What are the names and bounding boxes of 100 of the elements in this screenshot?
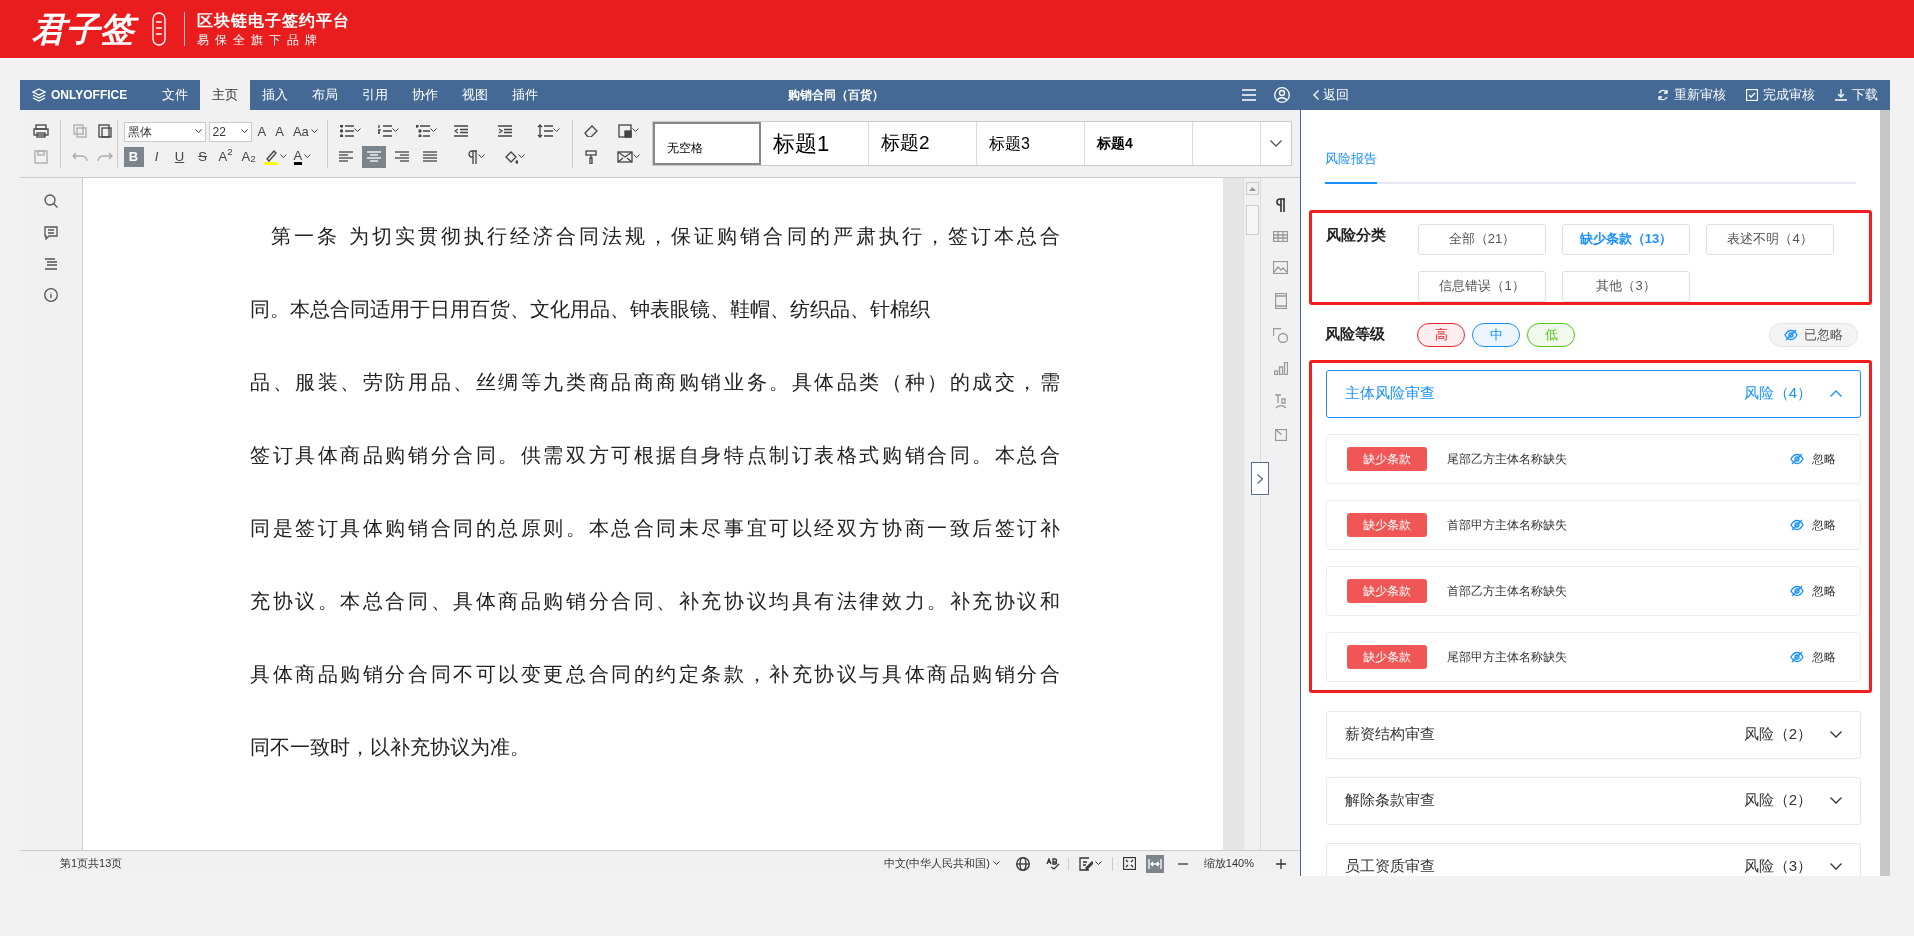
speech-bubble-icon — [44, 226, 58, 240]
fit-page-icon — [1122, 857, 1136, 870]
account-icon[interactable] — [1274, 87, 1290, 103]
style-preset[interactable]: 标题2 — [869, 122, 978, 165]
logo: 君子签 — [26, 7, 140, 51]
shape-settings-icon[interactable] — [1273, 328, 1288, 343]
menu-tab[interactable]: 插件 — [500, 80, 550, 110]
navigation-icon[interactable] — [44, 258, 58, 270]
language-selector[interactable]: 中文(中华人民共和国) — [883, 855, 1008, 872]
risk-tag: 缺少条款 — [1347, 644, 1427, 669]
user-icon — [1274, 87, 1290, 103]
ignore-button[interactable]: 忽略 — [1790, 581, 1836, 600]
ignored-filter[interactable]: 已忽略 — [1769, 322, 1858, 347]
change-case-button[interactable]: Aa — [289, 120, 321, 143]
style-preset[interactable]: 标题4 — [1085, 122, 1194, 165]
toolbar-action[interactable]: 完成审核 — [1746, 85, 1815, 105]
collapse-panel-button[interactable] — [1251, 462, 1269, 495]
grow-font-button[interactable]: A — [254, 120, 270, 143]
category-filter[interactable]: 全部（21） — [1418, 223, 1546, 255]
fit-width-icon — [1147, 858, 1162, 869]
format-button[interactable]: A$_{2}$ — [238, 146, 259, 167]
paint-bucket-icon — [504, 149, 519, 164]
redo-icon — [96, 151, 113, 162]
scrollbar-thumb[interactable] — [1245, 205, 1259, 235]
font-name-field[interactable]: 黑体 — [123, 121, 206, 142]
align-icon — [394, 151, 409, 162]
level-filter[interactable]: 高 — [1417, 322, 1465, 347]
line-spacing-icon — [537, 123, 554, 138]
format-button[interactable]: U — [169, 146, 190, 167]
menu-tab[interactable]: 主页 — [200, 80, 250, 110]
toolbar-action[interactable]: 下载 — [1835, 85, 1878, 105]
menu-tab[interactable]: 协作 — [400, 80, 450, 110]
font-color-button[interactable]: A — [291, 148, 314, 165]
paint-roller-icon — [585, 149, 598, 164]
format-button[interactable]: S — [192, 146, 213, 167]
style-preset[interactable]: 无空格 — [653, 122, 762, 165]
table-settings-icon[interactable] — [1273, 231, 1288, 242]
text-art-settings-icon[interactable] — [1273, 394, 1288, 410]
menu-tab[interactable]: 视图 — [450, 80, 500, 110]
format-button[interactable]: A$^{2}$ — [215, 146, 236, 167]
document-title: 购销合同（百货） — [788, 87, 884, 104]
info-icon[interactable] — [44, 288, 58, 302]
menu-tab[interactable]: 布局 — [300, 80, 350, 110]
menu-icon[interactable] — [1242, 89, 1256, 101]
comments-icon[interactable] — [44, 226, 58, 240]
menu-tab[interactable]: 插入 — [250, 80, 300, 110]
caret-icon — [992, 861, 1000, 866]
chevron-left-icon — [1313, 90, 1319, 100]
brand-name: ONLYOFFICE — [51, 87, 128, 104]
caret-icon — [430, 128, 438, 133]
numbered-list-icon — [378, 124, 393, 137]
format-button[interactable]: I — [146, 146, 167, 167]
magnifier-icon — [44, 194, 58, 208]
search-icon[interactable] — [44, 194, 58, 208]
subtitle: 易保全旗下品牌 — [197, 32, 324, 48]
bullet-list-icon — [340, 124, 355, 137]
highlight-button[interactable] — [261, 148, 289, 165]
headings-list-icon — [44, 258, 58, 270]
align-icon — [338, 151, 353, 162]
risk-description: 尾部甲方主体名称缺失 — [1447, 648, 1567, 666]
category-filter[interactable]: 表述不明（4） — [1706, 223, 1834, 255]
font-size-field[interactable]: 22 — [208, 121, 252, 142]
format-button[interactable]: B — [123, 146, 144, 167]
scrollbar-track[interactable] — [1880, 110, 1890, 876]
ignore-button[interactable]: 忽略 — [1790, 449, 1836, 468]
caret-icon — [310, 129, 318, 134]
indent-icon — [497, 124, 512, 137]
caret-icon — [632, 154, 640, 159]
risk-tag: 缺少条款 — [1347, 578, 1427, 603]
shrink-font-button[interactable]: A — [272, 120, 287, 143]
outdent-icon — [453, 124, 468, 137]
clipboard-icon — [97, 123, 112, 138]
image-settings-icon[interactable] — [1273, 261, 1288, 274]
caret-icon — [1248, 186, 1256, 191]
category-filter[interactable]: 其他（3） — [1562, 270, 1690, 302]
toolbar-action[interactable]: 重新审核 — [1657, 85, 1726, 105]
paragraph: 第一条 为切实贯彻执行经济合同法规，保证购销合同的严肃执行，签订本总合 同。本总合同适用于日用百货、文化用品、钟表眼镜、鞋帽、纺织品、针棉织 品、服装、劳防用品、丝绸等九类商品商商购销业务。具体品类（种）的成交，需 签订具体商品购销分合同。供需双方可根据自身特点制订表格式购销合同。本总合 同是签订具体购销合同的总原则。本总合同未尽事宜可以经双方协商一致后签订补 充协议。本总合同、具体商品购销分合同、补充协议均具有法律效力。补充协议和 具体商品购销分合同不可以变更总合同的约定条款，补充协议与具体商品购销分合 同不一致时，以补充协议为准。 — [250, 224, 1060, 760]
risk-section-header[interactable]: 薪资结构审查 风险（2） — [1326, 710, 1861, 759]
chevron-down-icon — [1830, 731, 1842, 738]
style-preset[interactable]: 标题1 — [761, 122, 870, 165]
menu-tab[interactable]: 文件 — [150, 80, 200, 110]
fit-width-button[interactable] — [1145, 854, 1164, 873]
paragraph-settings-icon[interactable] — [1275, 198, 1286, 212]
header-settings-icon[interactable] — [1274, 293, 1287, 309]
risk-section-header[interactable]: 解除条款审查 风险（2） — [1326, 776, 1861, 825]
hamburger-icon — [1242, 89, 1256, 101]
risk-tag: 缺少条款 — [1347, 512, 1427, 537]
ignore-button[interactable]: 忽略 — [1790, 647, 1836, 666]
style-preset[interactable]: 标题3 — [977, 122, 1086, 165]
back-button[interactable]: 返回 — [1313, 85, 1349, 105]
menu-tab[interactable]: 引用 — [350, 80, 400, 110]
globe-icon — [1015, 856, 1030, 871]
chart-settings-icon[interactable] — [1273, 362, 1288, 375]
category-filter[interactable]: 信息错误（1） — [1418, 270, 1546, 302]
ignore-button[interactable]: 忽略 — [1790, 515, 1836, 534]
eye-slash-icon — [1784, 328, 1798, 341]
risk-section-header[interactable]: 员工资质审查 风险（3） — [1326, 842, 1861, 876]
info-circle-icon — [44, 288, 58, 302]
copy-icon — [72, 123, 87, 138]
scroll-up-button[interactable] — [1245, 182, 1259, 195]
